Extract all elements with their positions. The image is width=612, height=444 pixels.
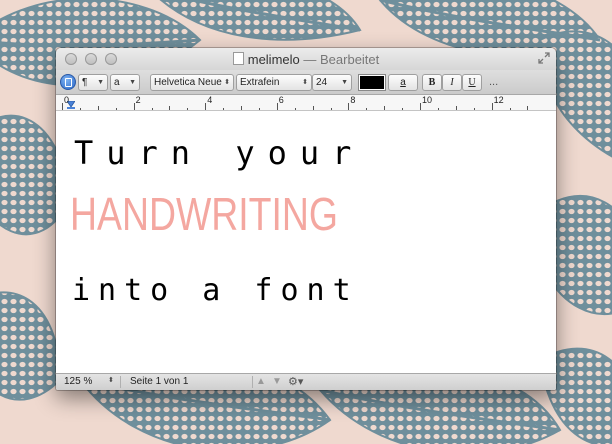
ruler-tick [258,108,260,110]
ruler-tick [420,103,421,110]
ruler-label: 8 [350,95,356,105]
ruler-label: 2 [135,95,141,105]
ruler-tick [223,108,225,110]
font-size-combo[interactable]: 24 ▼ [312,74,352,91]
ruler-tick [151,108,153,110]
text-color-well[interactable] [358,74,386,91]
ruler-tick [527,106,529,110]
window-title: melimelo — Bearbeitet [56,52,556,67]
stepper-icon[interactable]: ⬍ [108,376,114,384]
status-divider [120,376,121,388]
ruler-tick [455,106,457,110]
ruler-tick [97,106,99,110]
zoom-popup[interactable]: 125 % [64,376,92,387]
title-bar[interactable]: melimelo — Bearbeitet [56,48,556,70]
stepper-icon: ⬍ [302,79,308,86]
ruler-label: 0 [64,95,70,105]
gear-icon[interactable]: ⚙▾ [288,375,303,388]
ruler-label: 10 [422,95,433,105]
ruler-tick [276,103,278,110]
ruler-label: 4 [207,95,213,105]
ruler-tick [437,108,439,110]
status-divider [252,376,253,388]
ruler-tick [79,108,81,110]
ruler-tick [491,103,493,110]
ruler-tick [384,106,386,110]
text-line-1: Turn your [74,134,364,172]
ruler-tick [169,106,171,110]
ruler-label: 12 [493,95,504,105]
ruler-tick [294,108,296,110]
document-window: melimelo — Bearbeitet ¶ ▼ a ▼ Helvetica Ne… [56,48,556,390]
ruler-tick [205,103,207,110]
next-page-icon[interactable]: ▼ [272,376,282,387]
previous-page-icon[interactable]: ▲ [256,376,266,387]
paragraph-style-popup[interactable]: ¶ ▼ [78,74,108,91]
styles-icon[interactable] [60,74,76,90]
font-weight-select[interactable]: Extrafein ⬍ [236,74,312,91]
title-separator: — [303,52,317,67]
format-bar: ¶ ▼ a ▼ Helvetica Neue ⬍ Extrafein ⬍ 24 ▼ a B… [56,70,556,95]
bold-button[interactable]: B [422,74,442,91]
document-name: melimelo [247,52,300,67]
paragraph-icon: ¶ [82,77,88,88]
font-family-select[interactable]: Helvetica Neue ⬍ [150,74,234,91]
text-area[interactable]: Turn your HANDWRITING into a font [56,111,556,373]
ruler-tick [402,108,404,110]
stepper-icon: ⬍ [224,79,230,86]
handwriting-text: Turn your HANDWRITING into a font [70,134,364,308]
ruler-tick [187,108,189,110]
ruler[interactable]: 0 2 4 6 8 10 12 [56,95,556,111]
text-line-2: HANDWRITING [70,188,338,240]
ruler-tick [348,103,350,110]
status-bar: 125 % ⬍ Seite 1 von 1 ▲ ▼ ⚙▾ [56,373,556,390]
underline-button[interactable]: U [462,74,482,91]
ruler-tick [473,108,475,110]
chevron-down-icon: ▼ [341,79,348,86]
chevron-down-icon: ▼ [97,79,104,86]
ruler-tick [133,103,135,110]
ruler-tick [62,103,63,110]
ruler-label: 6 [278,95,284,105]
ruler-tick [509,108,511,110]
ruler-tick [115,108,117,110]
chevron-down-icon: ▼ [129,79,136,86]
character-style-popup[interactable]: a ▼ [110,74,140,91]
ruler-tick [241,106,242,110]
ruler-tick [312,106,314,110]
ruler-tick [330,108,332,110]
highlight-color-button[interactable]: a [388,74,418,91]
ruler-tick [366,108,368,110]
text-color-swatch [360,76,384,89]
text-line-3: into a font [72,273,359,308]
document-icon[interactable] [232,52,244,65]
italic-button[interactable]: I [442,74,462,91]
more-options-button[interactable]: ... [489,76,498,88]
page-indicator: Seite 1 von 1 [130,376,189,387]
edit-status: Bearbeitet [320,52,380,67]
fullscreen-icon[interactable] [538,52,550,64]
